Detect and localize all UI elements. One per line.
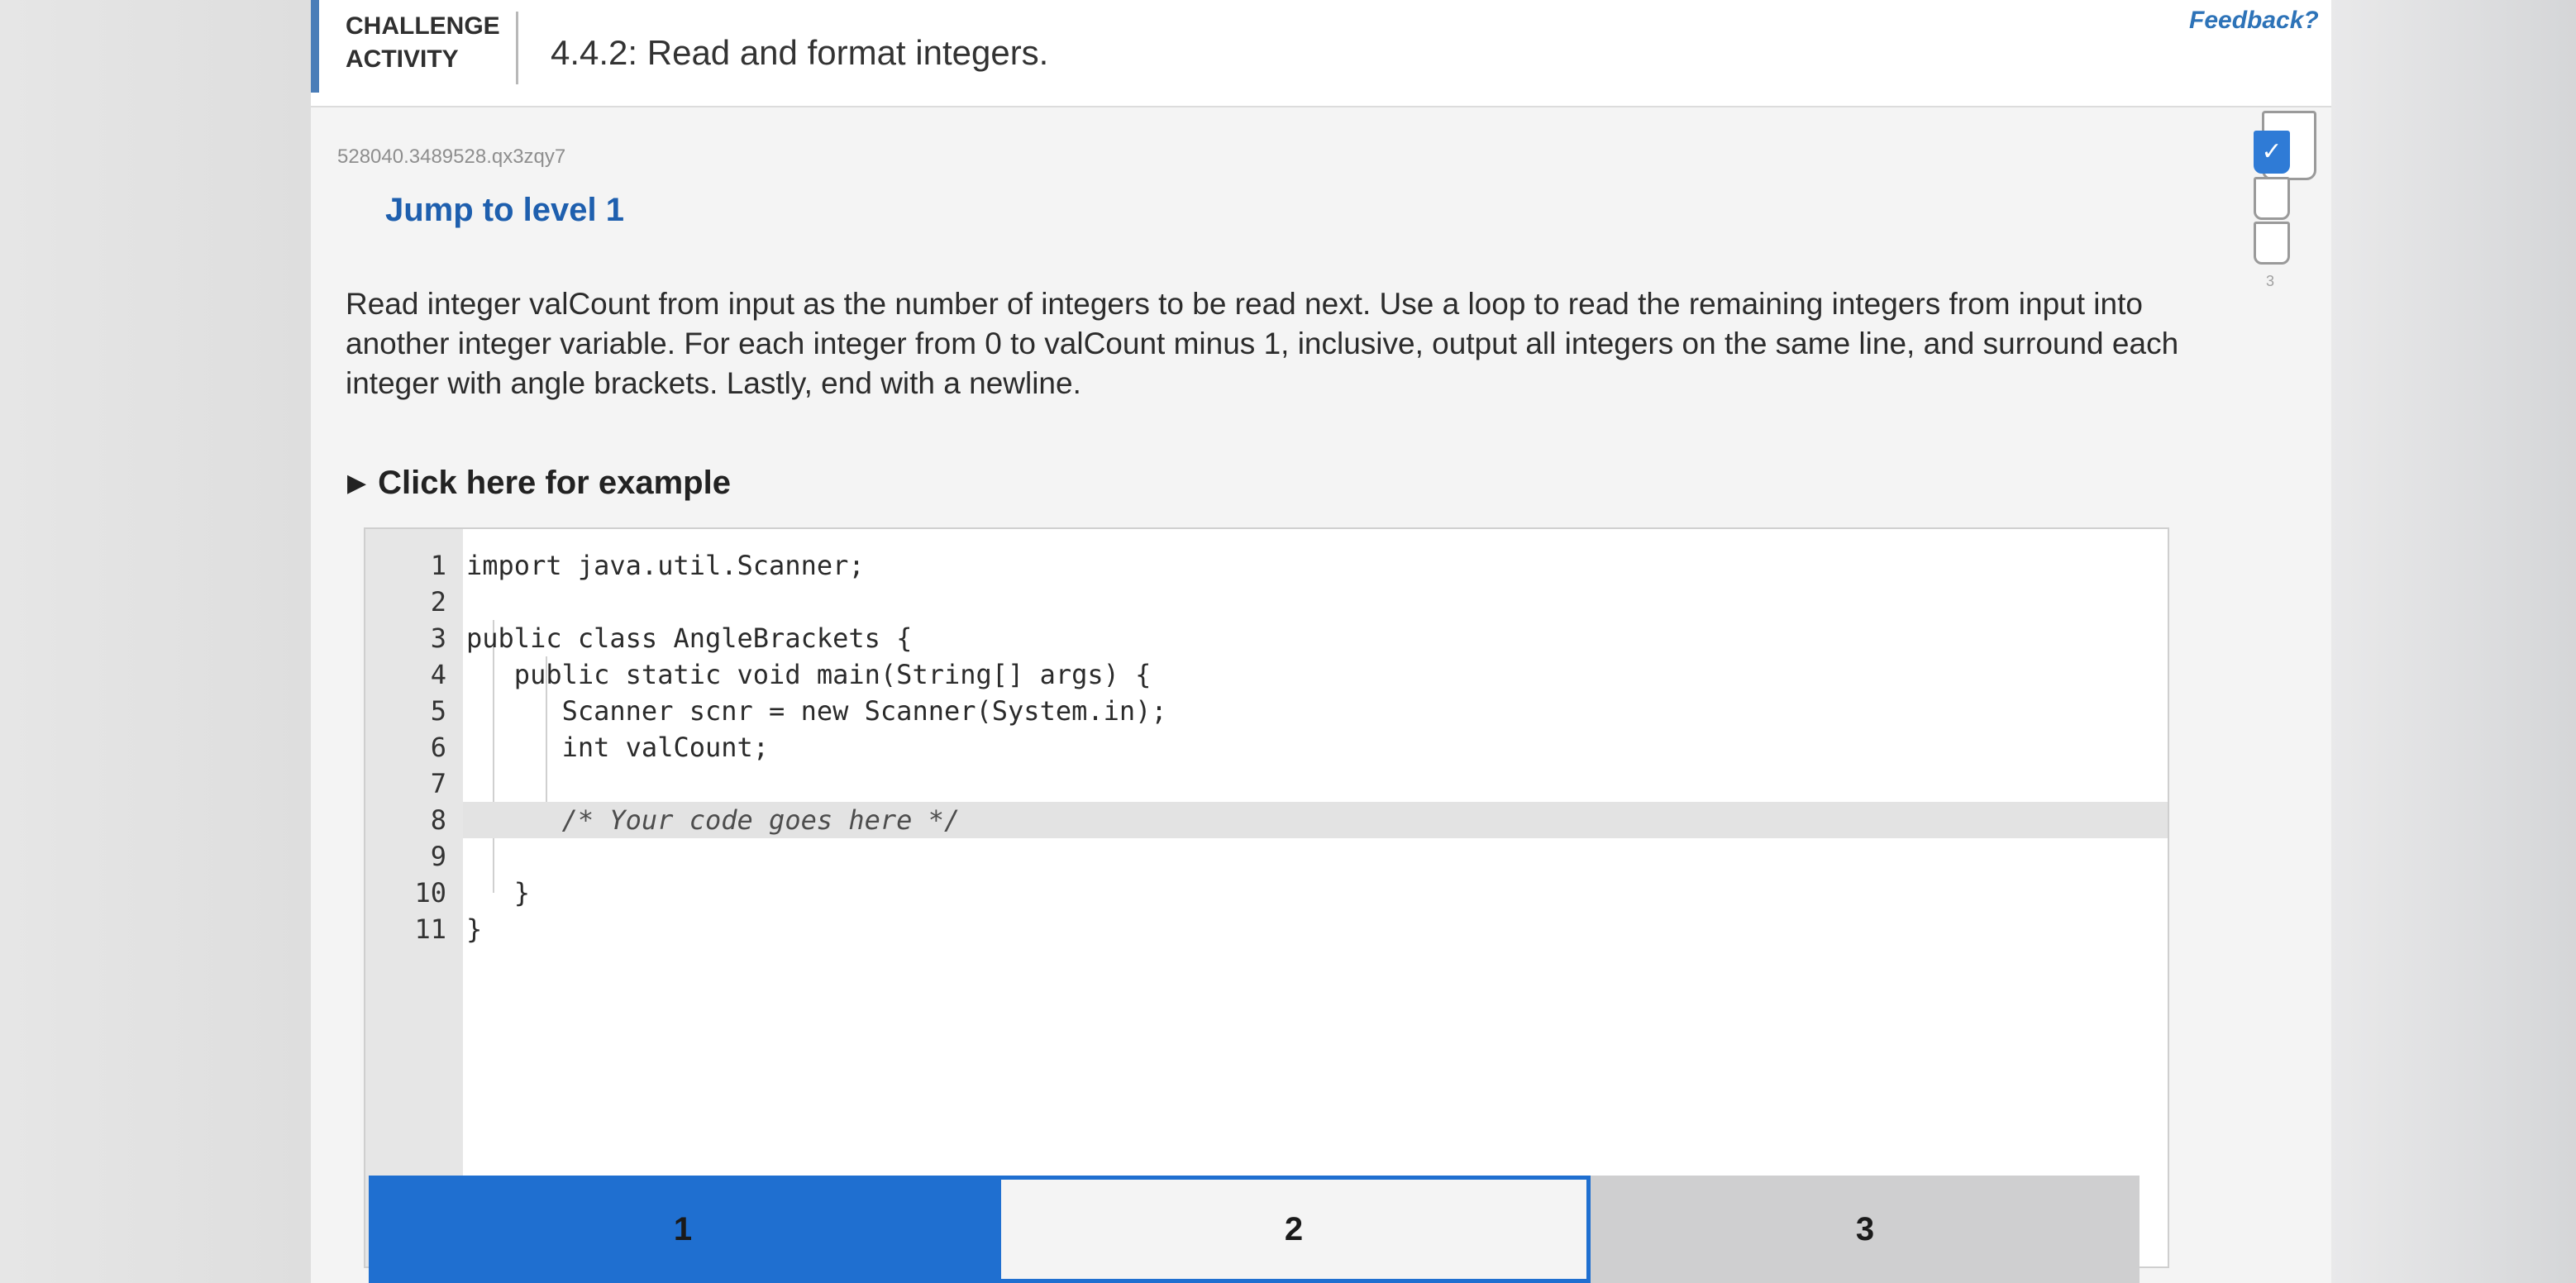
example-toggle-label: Click here for example [378, 465, 731, 501]
line-number: 6 [430, 732, 446, 763]
activity-title: 4.4.2: Read and format integers. [551, 33, 1049, 72]
line-number: 8 [430, 804, 446, 836]
line-number: 3 [430, 622, 446, 654]
code-line[interactable] [463, 584, 2168, 620]
line-number: 9 [430, 841, 446, 872]
line-number: 1 [430, 550, 446, 581]
level-progress-checks: ✓123 [2229, 107, 2328, 537]
triangle-right-icon: ▶ [347, 470, 367, 497]
screen-left-margin [0, 0, 311, 1283]
code-line[interactable] [463, 838, 2168, 875]
header-accent-bar [311, 0, 319, 93]
code-area[interactable]: import java.util.Scanner; public class An… [463, 529, 2168, 1266]
level-number-label: 3 [2265, 273, 2274, 289]
code-line-text: public static void main(String[] args) { [466, 659, 1152, 690]
level-2-button[interactable]: 2 [997, 1176, 1591, 1283]
code-line-text: } [466, 913, 483, 945]
level-1-button[interactable]: 1 [369, 1176, 997, 1283]
screen-right-margin [2331, 0, 2576, 1283]
code-line[interactable]: public static void main(String[] args) { [463, 656, 2168, 693]
activity-body: 528040.3489528.qx3zqy7 Jump to level 1 R… [311, 107, 2331, 1283]
code-line-text: public class AngleBrackets { [466, 622, 913, 654]
challenge-activity-label: CHALLENGE ACTIVITY [346, 10, 500, 76]
level-1-checkbox: ✓ [2254, 131, 2290, 174]
level-3-checkbox [2254, 222, 2290, 265]
feedback-link[interactable]: Feedback? [2189, 7, 2319, 35]
header-divider [516, 12, 518, 84]
code-line[interactable]: } [463, 911, 2168, 947]
line-number: 4 [430, 659, 446, 690]
instructions-text: Read integer valCount from input as the … [346, 287, 2179, 400]
code-line-text: int valCount; [466, 732, 770, 763]
line-number: 7 [430, 768, 446, 799]
code-line-text: /* Your code goes here */ [466, 804, 961, 836]
code-line[interactable]: public class AngleBrackets { [463, 620, 2168, 656]
challenge-activity-card: CHALLENGE ACTIVITY 4.4.2: Read and forma… [311, 0, 2331, 1283]
line-number: 5 [430, 695, 446, 727]
level-3-button[interactable]: 3 [1591, 1176, 2140, 1283]
activity-header: CHALLENGE ACTIVITY 4.4.2: Read and forma… [311, 0, 2331, 107]
code-line[interactable]: int valCount; [463, 729, 2168, 766]
code-editor[interactable]: 1 2 3 4 5 6 7 8 9 10 11 import java.util.Scanner; p… [364, 527, 2169, 1268]
code-line[interactable]: import java.util.Scanner; [463, 547, 2168, 584]
code-line-text: import java.util.Scanner; [466, 550, 865, 581]
code-line-text: Scanner scnr = new Scanner(System.in); [466, 695, 1167, 727]
jump-to-level-link[interactable]: Jump to level 1 [385, 192, 624, 229]
code-line[interactable]: Scanner scnr = new Scanner(System.in); [463, 693, 2168, 729]
line-number-gutter: 1 2 3 4 5 6 7 8 9 10 11 [365, 529, 463, 1266]
code-line-text: } [466, 877, 531, 909]
challenge-label-line2: ACTIVITY [346, 45, 459, 73]
activity-id: 528040.3489528.qx3zqy7 [337, 145, 566, 168]
code-line[interactable]: /* Your code goes here */ [463, 802, 2168, 838]
level-2-checkbox [2254, 177, 2290, 220]
line-number: 11 [414, 913, 446, 945]
line-number: 10 [414, 877, 446, 909]
example-toggle[interactable]: ▶ Click here for example [347, 465, 731, 502]
check-icon: ✓ [2261, 138, 2283, 165]
code-line[interactable] [463, 766, 2168, 802]
line-number: 2 [430, 586, 446, 618]
challenge-label-line1: CHALLENGE [346, 12, 500, 40]
level-selector: 1 2 3 [369, 1176, 2140, 1283]
code-line[interactable]: } [463, 875, 2168, 911]
